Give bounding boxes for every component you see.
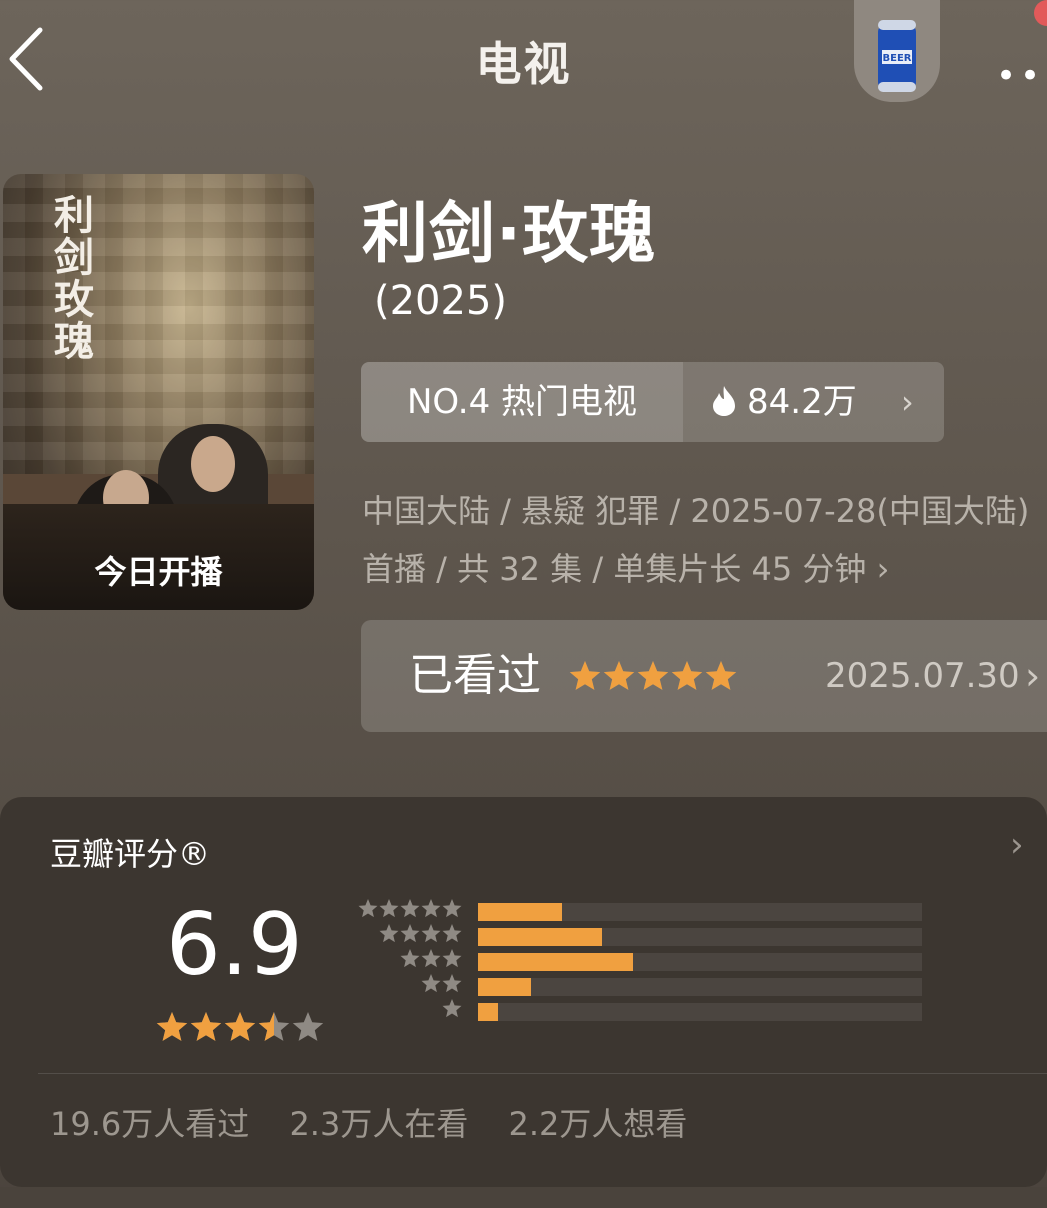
ranking-chip[interactable]: NO.4 热门电视 84.2万 › [361, 362, 944, 442]
dist-2-star-icon [421, 974, 441, 993]
dist-3-star-icon [442, 949, 462, 968]
dist-4-star-icon [379, 924, 399, 943]
distribution-bar-fill [478, 1003, 498, 1021]
count-watching[interactable]: 2.3万人在看 [289, 1105, 468, 1143]
distribution-bar-fill [478, 903, 563, 921]
meta-text: 中国大陆 / 悬疑 犯罪 / 2025-07-28(中国大陆) 首播 / 共 3… [362, 492, 1030, 588]
rating-title: 豆瓣评分® [50, 835, 211, 873]
dist-1-star-icon [442, 999, 462, 1018]
user-rating-star-icon [569, 661, 601, 690]
user-rating-star-icon [603, 661, 635, 690]
show-meta[interactable]: 中国大陆 / 悬疑 犯罪 / 2025-07-28(中国大陆) 首播 / 共 3… [362, 482, 1042, 598]
dist-5-star-icon [400, 899, 420, 918]
poster-image[interactable]: 利剑玫瑰 今日开播 [3, 174, 314, 610]
count-want[interactable]: 2.2万人想看 [509, 1105, 688, 1143]
rating-stars [156, 1012, 324, 1041]
dist-4-star-icon [442, 924, 462, 943]
dist-5-star-icon [442, 899, 462, 918]
watched-record[interactable]: 已看过 2025.07.30 › [361, 620, 1047, 732]
beer-label: BEER [883, 53, 912, 64]
show-year: (2025) [374, 278, 508, 324]
watched-date: 2025.07.30 [825, 656, 1020, 696]
count-watched[interactable]: 19.6万人看过 [50, 1105, 249, 1143]
dist-3-star-icon [421, 949, 441, 968]
show-title: 利剑·玫瑰 [362, 195, 657, 272]
user-rating-star-icon [637, 661, 669, 690]
flame-icon [713, 386, 735, 416]
rating-score: 6.9 [166, 895, 303, 995]
dist-5-star-icon [421, 899, 441, 918]
dist-4-star-icon [400, 924, 420, 943]
score-star-icon [292, 1012, 324, 1041]
audience-counts: 19.6万人看过 2.3万人在看 2.2万人想看 [50, 1099, 717, 1145]
dist-5-star-icon [379, 899, 399, 918]
user-rating-stars [569, 661, 737, 690]
user-rating-star-icon [705, 661, 737, 690]
chevron-right-icon: › [1010, 825, 1024, 865]
score-star-icon [156, 1012, 188, 1041]
distribution-bar-5-star [478, 903, 922, 921]
chevron-right-icon: › [1025, 654, 1041, 698]
more-menu-button[interactable]: ••• [996, 56, 1047, 96]
distribution-bar-2-star [478, 978, 922, 996]
heat-value-wrap: 84.2万 [711, 362, 857, 442]
distribution-bar-3-star [478, 953, 922, 971]
score-star-icon [258, 1012, 290, 1041]
distribution-bar-1-star [478, 1003, 922, 1021]
divider [38, 1073, 1047, 1074]
heat-value: 84.2万 [747, 382, 857, 422]
notification-dot [1034, 0, 1047, 26]
poster-badge: 今日开播 [94, 553, 223, 591]
poster-title: 利剑玫瑰 [47, 194, 94, 362]
chevron-right-icon: › [901, 383, 914, 421]
poster-figure-man-head [191, 436, 235, 492]
watched-label: 已看过 [409, 650, 541, 701]
douban-rating-card[interactable]: 豆瓣评分® › 6.9 19.6万人看过 2.3万人在看 2.2万人想看 [0, 797, 1047, 1187]
beer-can-avatar[interactable]: BEER [854, 0, 940, 102]
dist-2-star-icon [442, 974, 462, 993]
chevron-right-icon: › [866, 550, 890, 588]
score-star-icon [224, 1012, 256, 1041]
rank-label: NO.4 热门电视 [361, 362, 683, 442]
distribution-bar-4-star [478, 928, 922, 946]
score-star-icon [190, 1012, 222, 1041]
user-rating-star-icon [671, 661, 703, 690]
distribution-bar-fill [478, 953, 634, 971]
distribution-bar-fill [478, 978, 532, 996]
dist-3-star-icon [400, 949, 420, 968]
beer-can-icon: BEER [878, 20, 916, 92]
dist-4-star-icon [421, 924, 441, 943]
distribution-star-labels [358, 899, 462, 1018]
bottom-edge [0, 1187, 1047, 1208]
distribution-bar-fill [478, 928, 603, 946]
dist-5-star-icon [358, 899, 378, 918]
